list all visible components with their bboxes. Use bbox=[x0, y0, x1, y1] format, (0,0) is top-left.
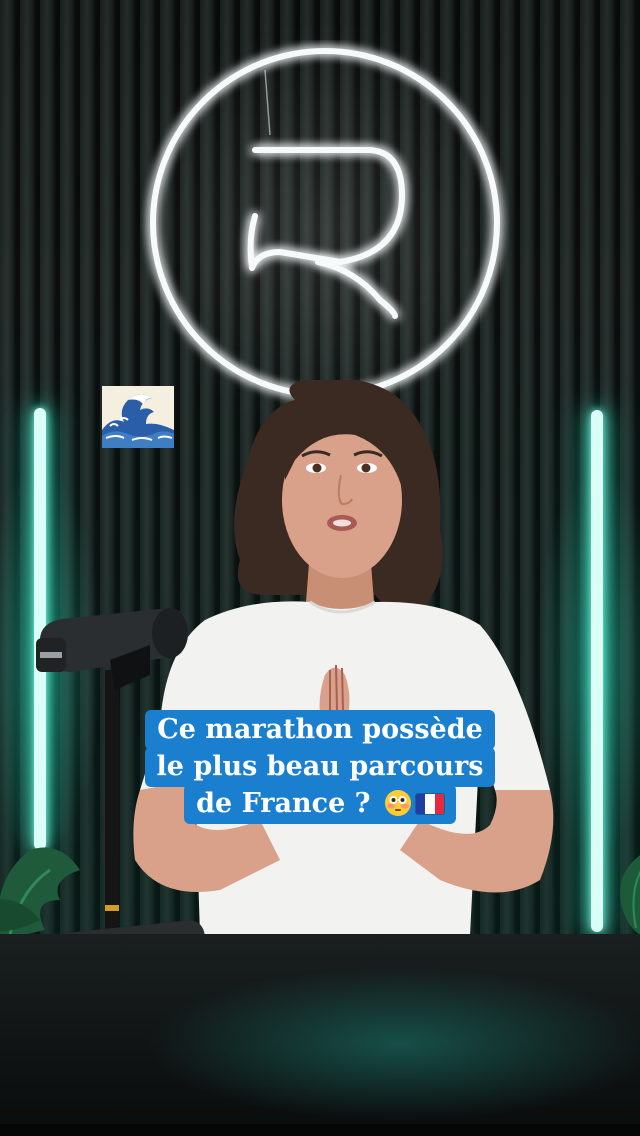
neon-r-logo-icon bbox=[150, 48, 500, 398]
caption-line-2: le plus beau parcours bbox=[144, 747, 496, 787]
caption-line-3: de France ? bbox=[184, 784, 456, 824]
france-flag-icon bbox=[415, 794, 444, 814]
video-frame: Ce marathon possède le plus beau parcour… bbox=[0, 0, 640, 1136]
caption-line-3-text: de France ? bbox=[196, 788, 380, 819]
desk-surface bbox=[0, 934, 640, 1136]
video-caption: Ce marathon possède le plus beau parcour… bbox=[0, 710, 640, 824]
plant-leaves-right bbox=[620, 855, 640, 935]
flushed-face-icon bbox=[384, 790, 411, 816]
neon-light-bar-right bbox=[591, 410, 603, 932]
caption-line-1: Ce marathon possède bbox=[145, 710, 495, 750]
